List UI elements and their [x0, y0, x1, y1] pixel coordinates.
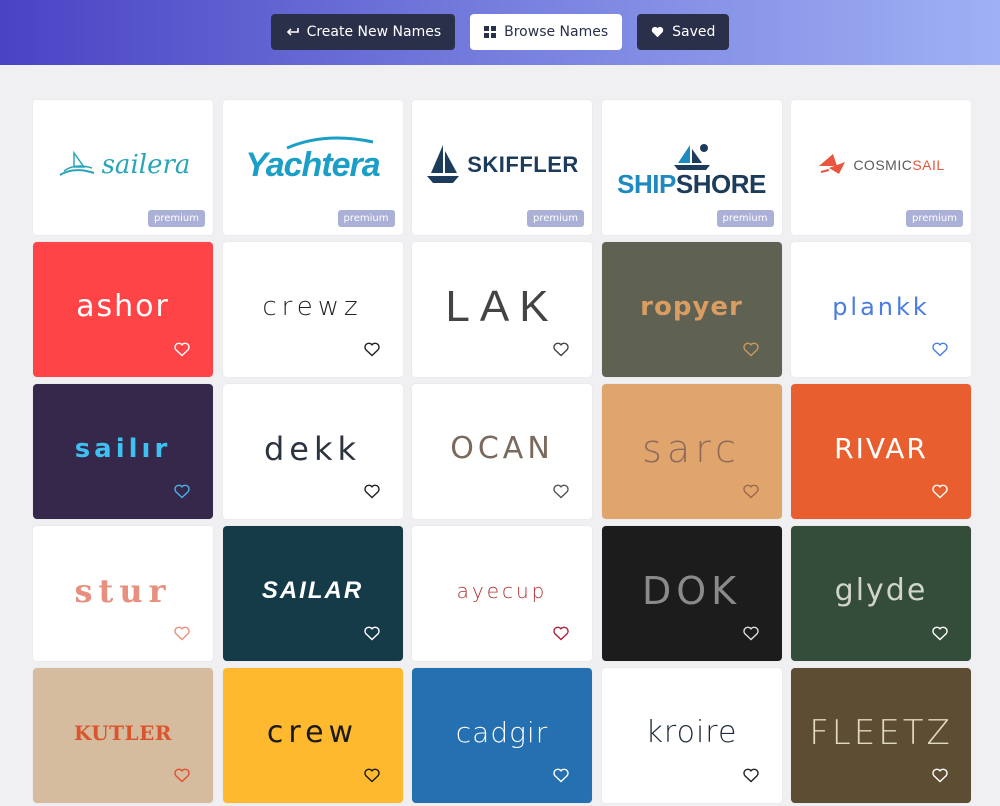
- name-card-lak[interactable]: LAK: [412, 242, 592, 377]
- save-heart-icon[interactable]: [932, 342, 948, 357]
- cadgir-wordmark: cadgir: [455, 715, 549, 749]
- name-card-yachtera[interactable]: Yachtera premium: [222, 100, 403, 235]
- save-heart-icon[interactable]: [174, 626, 190, 641]
- sailar-wordmark: SAILAR: [261, 576, 364, 604]
- yachtera-logo: Yachtera: [245, 136, 381, 184]
- create-new-names-label: Create New Names: [306, 23, 442, 40]
- dok-wordmark: DOK: [641, 568, 742, 613]
- save-heart-icon[interactable]: [742, 768, 759, 783]
- create-new-names-button[interactable]: Create New Names: [270, 13, 456, 50]
- save-heart-icon[interactable]: [742, 342, 759, 357]
- premium-badge: premium: [527, 210, 584, 227]
- premium-badge: premium: [906, 210, 963, 227]
- name-card-dok[interactable]: DOK: [601, 526, 782, 661]
- saved-button[interactable]: Saved: [637, 13, 730, 50]
- name-card-cosmicsail[interactable]: COSMICSAIL premium: [791, 100, 971, 235]
- premium-badge: premium: [337, 210, 395, 227]
- browse-names-label: Browse Names: [504, 23, 609, 40]
- sailboat-icon: [427, 144, 460, 183]
- save-heart-icon[interactable]: [932, 626, 948, 641]
- browse-names-button[interactable]: Browse Names: [470, 13, 623, 50]
- save-heart-icon[interactable]: [553, 626, 569, 641]
- name-card-plankk[interactable]: plankk: [791, 242, 971, 377]
- name-card-skiffler[interactable]: SKIFFLER premium: [412, 100, 592, 235]
- name-card-kutler[interactable]: KUTLER: [33, 668, 213, 803]
- name-card-ocan[interactable]: OCAN: [412, 384, 592, 519]
- lak-wordmark: LAK: [445, 281, 559, 331]
- name-grid: sailera premium Yachtera premium SKIFFLE…: [33, 100, 971, 803]
- save-heart-icon[interactable]: [363, 626, 380, 641]
- save-heart-icon[interactable]: [174, 342, 190, 357]
- grid-icon: [484, 25, 497, 38]
- name-card-sarc[interactable]: sarc: [601, 384, 782, 519]
- cosmicsail-wordmark-part2: SAIL: [912, 156, 945, 173]
- shipshore-wordmark-part1: SHIP: [617, 168, 676, 199]
- sail-wave-icon: [59, 150, 94, 176]
- save-heart-icon[interactable]: [363, 768, 380, 783]
- shipshore-logo: SHIPSHORE: [617, 143, 766, 197]
- top-nav-bar: Create New Names Browse Names Saved: [0, 0, 1000, 65]
- fleetz-wordmark: FLEETZ: [809, 712, 953, 753]
- swoosh-icon: [286, 136, 374, 149]
- name-card-kroire[interactable]: kroire: [601, 668, 782, 803]
- save-heart-icon[interactable]: [742, 626, 759, 641]
- name-card-ayecup[interactable]: ayecup: [412, 526, 592, 661]
- cosmicsail-logo: COSMICSAIL: [817, 152, 944, 178]
- name-card-glyde[interactable]: glyde: [791, 526, 971, 661]
- sarc-wordmark: sarc: [642, 426, 741, 471]
- premium-badge: premium: [716, 210, 774, 227]
- sailir-wordmark: sailır: [74, 433, 172, 464]
- shipshore-wordmark-part2: SHORE: [675, 168, 766, 199]
- sailera-wordmark: sailera: [101, 149, 191, 180]
- glyde-wordmark: glyde: [834, 572, 928, 608]
- kutler-wordmark: KUTLER: [74, 720, 172, 745]
- ocan-wordmark: OCAN: [450, 430, 554, 466]
- saved-label: Saved: [672, 23, 716, 40]
- save-heart-icon[interactable]: [932, 484, 948, 499]
- heart-icon: [651, 26, 664, 38]
- name-card-stur[interactable]: stur: [33, 526, 213, 661]
- name-card-dekk[interactable]: dekk: [222, 384, 403, 519]
- rocket-sail-icon: [819, 153, 846, 174]
- ashor-wordmark: ashor: [76, 288, 170, 324]
- rivar-wordmark: RIVAR: [834, 431, 928, 465]
- skiffler-wordmark: SKIFFLER: [467, 151, 579, 177]
- save-heart-icon[interactable]: [174, 768, 190, 783]
- save-heart-icon[interactable]: [742, 484, 759, 499]
- ropyer-wordmark: ropyer: [640, 291, 743, 322]
- kroire-wordmark: kroire: [645, 714, 738, 750]
- save-heart-icon[interactable]: [932, 768, 948, 783]
- save-heart-icon[interactable]: [553, 484, 569, 499]
- sailera-logo: sailera: [56, 149, 191, 180]
- save-heart-icon[interactable]: [363, 484, 380, 499]
- cosmicsail-wordmark-part1: COSMIC: [853, 156, 913, 173]
- stur-wordmark: stur: [74, 571, 172, 610]
- name-card-shipshore[interactable]: SHIPSHORE premium: [601, 100, 782, 235]
- name-card-cadgir[interactable]: cadgir: [412, 668, 592, 803]
- plankk-wordmark: plankk: [832, 292, 930, 321]
- name-card-crewz[interactable]: crewz: [222, 242, 403, 377]
- ship-icon: [673, 143, 710, 170]
- ayecup-wordmark: ayecup: [456, 578, 548, 603]
- crewz-wordmark: crewz: [262, 291, 363, 322]
- name-card-ashor[interactable]: ashor: [33, 242, 213, 377]
- name-card-ropyer[interactable]: ropyer: [601, 242, 782, 377]
- name-card-sailir[interactable]: sailır: [33, 384, 213, 519]
- skiffler-logo: SKIFFLER: [425, 143, 579, 187]
- name-card-sailera[interactable]: sailera premium: [33, 100, 213, 235]
- name-card-crew[interactable]: crew: [222, 668, 403, 803]
- dekk-wordmark: dekk: [263, 429, 362, 468]
- name-card-sailar[interactable]: SAILAR: [222, 526, 403, 661]
- save-heart-icon[interactable]: [363, 342, 380, 357]
- crew-wordmark: crew: [266, 714, 359, 750]
- back-arrow-icon: [285, 26, 299, 38]
- name-card-fleetz[interactable]: FLEETZ: [791, 668, 971, 803]
- save-heart-icon[interactable]: [553, 342, 569, 357]
- premium-badge: premium: [148, 210, 205, 227]
- save-heart-icon[interactable]: [553, 768, 569, 783]
- save-heart-icon[interactable]: [174, 484, 190, 499]
- yachtera-wordmark: Yachtera: [245, 145, 380, 184]
- name-card-rivar[interactable]: RIVAR: [791, 384, 971, 519]
